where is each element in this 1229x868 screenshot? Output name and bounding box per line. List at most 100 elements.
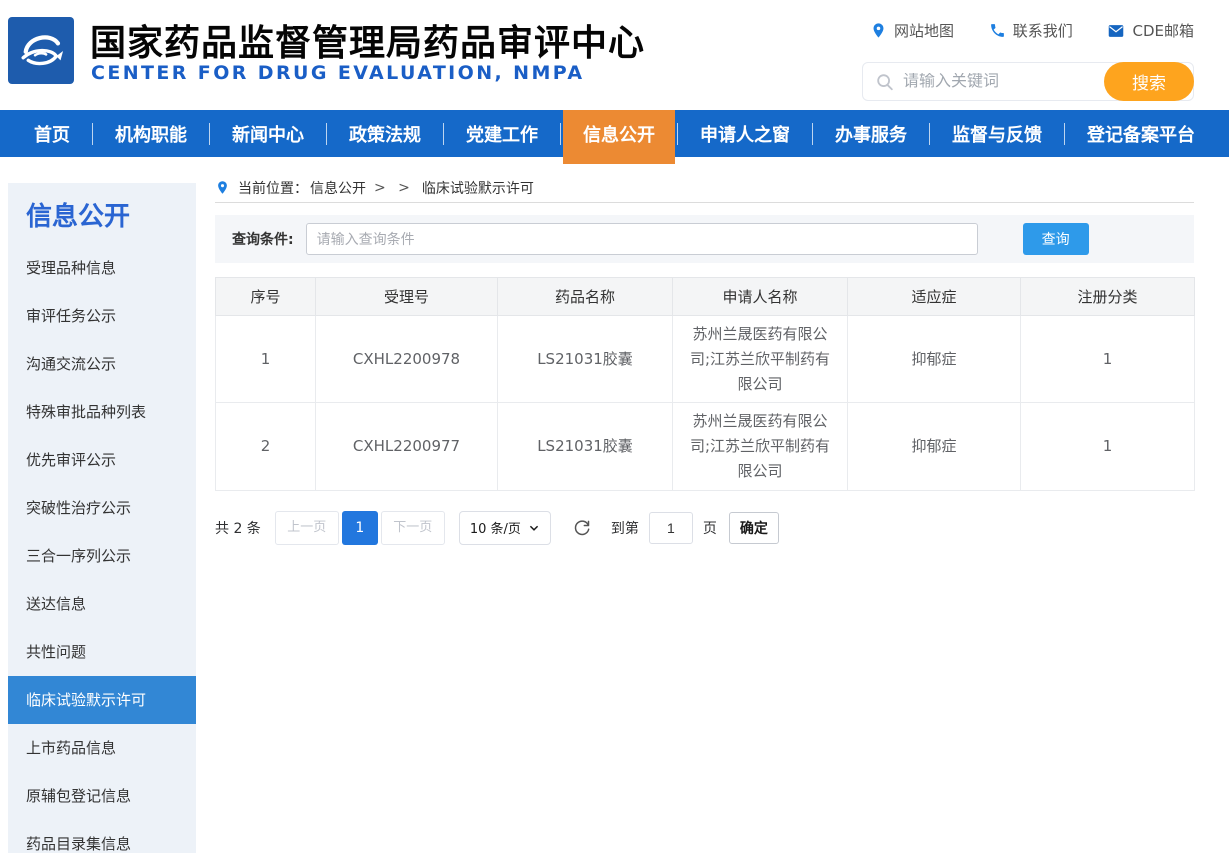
refresh-button[interactable]: [571, 517, 593, 539]
sidebar-item-marketed-drugs[interactable]: 上市药品信息: [8, 724, 196, 772]
sidebar-item-delivery-info[interactable]: 送达信息: [8, 580, 196, 628]
page-size-select[interactable]: 10 条/页: [459, 511, 551, 545]
nav-divider: [677, 123, 678, 145]
utility-links: 网站地图 联系我们 CDE邮箱: [870, 20, 1194, 41]
sitemap-link[interactable]: 网站地图: [870, 20, 954, 41]
cell-index: 1: [216, 316, 316, 403]
sidebar-title: 信息公开: [8, 183, 196, 244]
nav-item-news[interactable]: 新闻中心: [212, 110, 324, 157]
location-pin-icon: [870, 22, 887, 39]
nav-divider: [560, 123, 561, 145]
cell-drug-name: LS21031胶囊: [498, 403, 673, 490]
cell-indication: 抑郁症: [848, 316, 1021, 403]
goto-page-suffix: 页: [703, 518, 717, 538]
nav-divider: [209, 123, 210, 145]
nav-item-supervision[interactable]: 监督与反馈: [932, 110, 1062, 157]
header-search-bar: 搜索: [862, 62, 1194, 101]
nav-item-applicant-window[interactable]: 申请人之窗: [680, 110, 810, 157]
next-page-button[interactable]: 下一页: [381, 511, 445, 545]
cde-mail-link[interactable]: CDE邮箱: [1107, 20, 1194, 41]
sidebar-item-common-issues[interactable]: 共性问题: [8, 628, 196, 676]
cell-indication: 抑郁症: [848, 403, 1021, 490]
col-header-applicant: 申请人名称: [673, 278, 848, 316]
refresh-icon: [572, 518, 592, 538]
cde-logo-swoosh-icon: [13, 23, 69, 79]
site-title-cn: 国家药品监督管理局药品审评中心: [90, 14, 645, 66]
sidebar-item-clinical-trial-implied-license[interactable]: 临床试验默示许可: [8, 676, 196, 724]
nav-item-registration-platform[interactable]: 登记备案平台: [1067, 110, 1215, 157]
col-header-index: 序号: [216, 278, 316, 316]
phone-icon: [989, 22, 1006, 39]
query-label: 查询条件:: [232, 229, 294, 249]
page-number-button[interactable]: 1: [342, 511, 378, 545]
cell-acceptance-no: CXHL2200977: [316, 403, 498, 490]
main-content: 当前位置：信息公开 > > 临床试验默示许可 查询条件: 查询 序号 受理号 药…: [215, 183, 1194, 545]
breadcrumb: 当前位置：信息公开 > > 临床试验默示许可: [215, 183, 1194, 203]
breadcrumb-pin-icon: [215, 180, 230, 195]
breadcrumb-current: 临床试验默示许可: [422, 178, 534, 198]
chevron-down-icon: [528, 522, 540, 534]
col-header-indication: 适应症: [848, 278, 1021, 316]
contact-link[interactable]: 联系我们: [989, 20, 1073, 41]
main-nav: 首页 机构职能 新闻中心 政策法规 党建工作 信息公开 申请人之窗 办事服务 监…: [0, 110, 1229, 157]
nav-divider: [92, 123, 93, 145]
goto-page-prefix: 到第: [611, 518, 639, 538]
nav-divider: [1064, 123, 1065, 145]
cde-logo: [8, 17, 74, 84]
table-row: 1 CXHL2200978 LS21031胶囊 苏州兰晟医药有限公司;江苏兰欣平…: [216, 316, 1195, 403]
pagination-total: 共 2 条: [215, 518, 261, 538]
breadcrumb-separator: > >: [374, 180, 414, 196]
cell-acceptance-no: CXHL2200978: [316, 316, 498, 403]
sidebar-item-priority-review[interactable]: 优先审评公示: [8, 436, 196, 484]
nav-divider: [812, 123, 813, 145]
nav-item-home[interactable]: 首页: [14, 110, 90, 157]
cell-registration-class: 1: [1021, 403, 1195, 490]
nav-item-info-disclosure[interactable]: 信息公开: [563, 104, 675, 164]
cell-drug-name: LS21031胶囊: [498, 316, 673, 403]
search-button[interactable]: 搜索: [1104, 62, 1194, 101]
nav-divider: [326, 123, 327, 145]
col-header-registration-class: 注册分类: [1021, 278, 1195, 316]
sidebar-item-accepted-varieties[interactable]: 受理品种信息: [8, 244, 196, 292]
sidebar-item-drug-catalog[interactable]: 药品目录集信息: [8, 820, 196, 868]
goto-page-input[interactable]: [649, 512, 693, 544]
nav-item-party[interactable]: 党建工作: [446, 110, 558, 157]
confirm-button[interactable]: 确定: [729, 512, 779, 544]
table-header-row: 序号 受理号 药品名称 申请人名称 适应症 注册分类: [216, 278, 1195, 316]
nav-divider: [929, 123, 930, 145]
col-header-acceptance-no: 受理号: [316, 278, 498, 316]
sidebar-item-review-tasks[interactable]: 审评任务公示: [8, 292, 196, 340]
site-title-en: CENTER FOR DRUG EVALUATION, NMPA: [91, 62, 584, 84]
page-size-value: 10 条/页: [470, 518, 521, 537]
sidebar-item-breakthrough-therapy[interactable]: 突破性治疗公示: [8, 484, 196, 532]
query-bar: 查询条件: 查询: [215, 215, 1194, 263]
pagination: 共 2 条 上一页 1 下一页 10 条/页 到第 页 确定: [215, 511, 1194, 545]
sitemap-label: 网站地图: [894, 20, 954, 41]
nav-item-services[interactable]: 办事服务: [815, 110, 927, 157]
table-row: 2 CXHL2200977 LS21031胶囊 苏州兰晟医药有限公司;江苏兰欣平…: [216, 403, 1195, 490]
site-header: 国家药品监督管理局药品审评中心 CENTER FOR DRUG EVALUATI…: [0, 0, 1229, 110]
mail-icon: [1107, 23, 1125, 39]
prev-page-button[interactable]: 上一页: [275, 511, 339, 545]
contact-label: 联系我们: [1013, 20, 1073, 41]
sidebar-item-special-approval[interactable]: 特殊审批品种列表: [8, 388, 196, 436]
nav-item-policy[interactable]: 政策法规: [329, 110, 441, 157]
nav-divider: [443, 123, 444, 145]
sidebar: 信息公开 受理品种信息 审评任务公示 沟通交流公示 特殊审批品种列表 优先审评公…: [8, 183, 196, 853]
cell-applicant: 苏州兰晟医药有限公司;江苏兰欣平制药有限公司: [673, 403, 848, 490]
query-input[interactable]: [306, 223, 978, 255]
sidebar-item-communication[interactable]: 沟通交流公示: [8, 340, 196, 388]
cell-applicant: 苏州兰晟医药有限公司;江苏兰欣平制药有限公司: [673, 316, 848, 403]
col-header-drug-name: 药品名称: [498, 278, 673, 316]
breadcrumb-section-link[interactable]: 信息公开: [310, 178, 366, 198]
breadcrumb-prefix: 当前位置：: [238, 178, 308, 198]
cell-index: 2: [216, 403, 316, 490]
query-button[interactable]: 查询: [1023, 223, 1089, 255]
cde-mail-label: CDE邮箱: [1132, 20, 1194, 41]
sidebar-item-excipient-registration[interactable]: 原辅包登记信息: [8, 772, 196, 820]
results-table: 序号 受理号 药品名称 申请人名称 适应症 注册分类 1 CXHL2200978…: [215, 277, 1195, 491]
sidebar-item-three-in-one[interactable]: 三合一序列公示: [8, 532, 196, 580]
cell-registration-class: 1: [1021, 316, 1195, 403]
nav-item-functions[interactable]: 机构职能: [95, 110, 207, 157]
search-icon: [875, 72, 895, 92]
